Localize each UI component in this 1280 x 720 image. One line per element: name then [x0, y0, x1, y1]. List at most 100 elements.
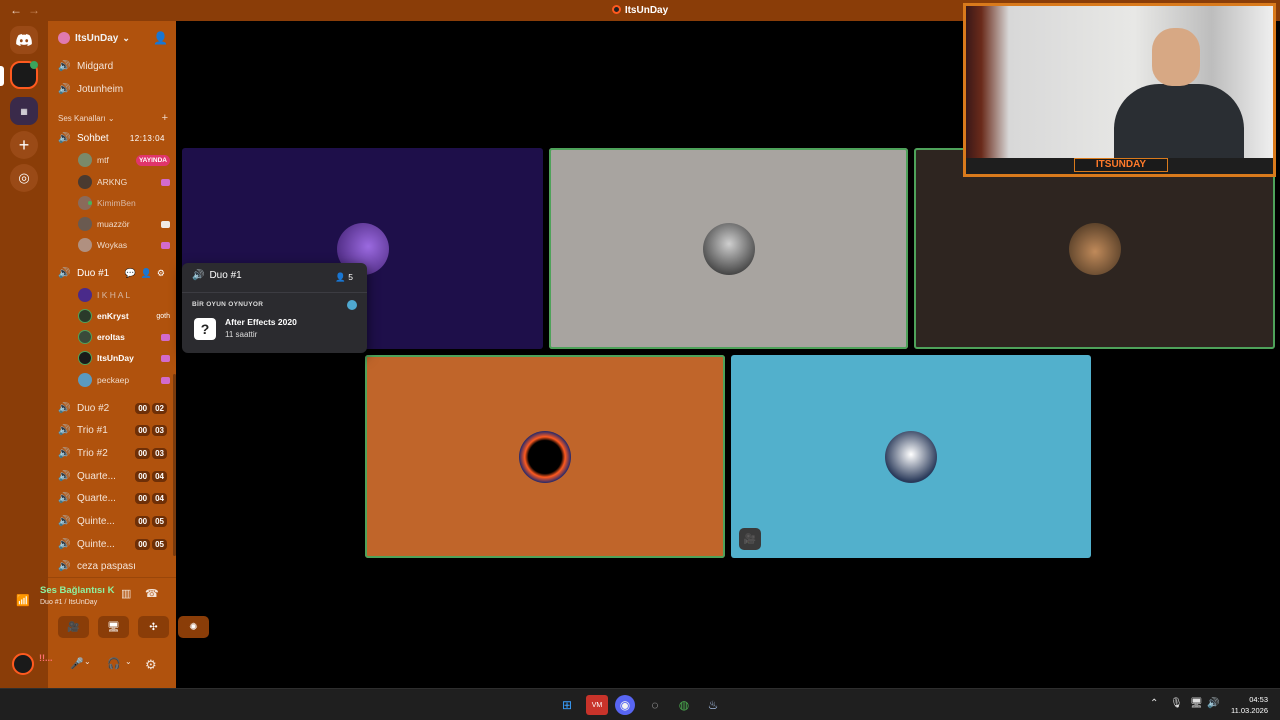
speaker-icon: 🔊: [58, 470, 71, 482]
popup-count-value: 5: [348, 272, 353, 282]
user-name: Woykas: [97, 240, 128, 250]
discord-home-icon[interactable]: [10, 26, 38, 54]
voice-user[interactable]: muazzör: [78, 215, 170, 233]
chevron-down-icon[interactable]: ⌄: [125, 657, 132, 666]
noise-suppression-icon[interactable]: ▥: [121, 587, 131, 600]
speaker-icon: 🔊: [58, 560, 71, 572]
avatar: [78, 153, 92, 167]
avatar: [1068, 222, 1121, 275]
live-badge: YAYINDA: [135, 154, 170, 166]
game-name: After Effects 2020: [225, 317, 297, 327]
channel-duo-2[interactable]: 🔊 Duo #2 00 02: [48, 398, 176, 418]
chat-icon[interactable]: 💬: [124, 268, 135, 279]
user-name[interactable]: !!...: [39, 653, 53, 663]
voice-user[interactable]: I K H A L: [78, 286, 170, 304]
user-limit: 05: [152, 538, 167, 550]
channel-duo-1[interactable]: 🔊 Duo #1 💬 👤 ⚙: [48, 263, 176, 283]
invite-icon[interactable]: 👤: [141, 268, 152, 279]
channel-quartet-1[interactable]: 🔊 Quarte... 00 04: [48, 466, 176, 486]
volume-icon[interactable]: 🔊: [1207, 698, 1219, 709]
server-header[interactable]: ItsUnDay ⌄ 👤: [48, 21, 176, 55]
avatar: [519, 430, 571, 483]
participant-tile[interactable]: 🎥: [731, 355, 1091, 558]
signal-icon[interactable]: 📶: [16, 594, 30, 607]
voice-status-title[interactable]: Ses Bağlantısı K: [40, 585, 114, 596]
category-label: Ses Kanalları: [58, 114, 106, 123]
channel-ceza-paspasi[interactable]: 🔊 ceza paspası: [48, 556, 176, 576]
headphones-icon[interactable]: 🎧: [107, 657, 121, 670]
settings-icon[interactable]: ⚙: [157, 268, 165, 279]
voice-user[interactable]: ItsUnDay: [78, 349, 170, 367]
sidebar-scrollbar[interactable]: [173, 374, 176, 556]
explore-icon[interactable]: ◎: [10, 164, 38, 192]
speaker-icon: 🔊: [58, 83, 71, 95]
user-count: 00: [135, 470, 151, 482]
start-icon[interactable]: ⊞: [556, 695, 578, 715]
user-count: 00: [135, 402, 151, 414]
tray-overflow-icon[interactable]: ⌃: [1150, 698, 1158, 709]
channel-label: Trio #2: [77, 447, 108, 459]
settings-icon[interactable]: ⚙: [145, 657, 157, 673]
steam-icon[interactable]: ♨: [702, 695, 724, 715]
activities-button[interactable]: ✣: [138, 616, 169, 638]
webcam-overlay: ITSUNDAY: [963, 3, 1276, 177]
voice-user[interactable]: ARKNG: [78, 173, 170, 191]
channel-timer: 12:13:04: [129, 133, 165, 143]
speaker-icon: 🔊: [58, 424, 71, 436]
participant-tile[interactable]: [549, 148, 908, 349]
voice-actions: 🎥 🖥 ✣ ✺: [58, 616, 209, 638]
participant-tile[interactable]: [914, 148, 1275, 349]
voice-user[interactable]: eroltas: [78, 328, 170, 346]
avatar: [78, 351, 92, 365]
voice-user[interactable]: enKryst goth: [78, 307, 170, 325]
speaker-icon: 🔊: [58, 267, 71, 279]
add-channel-icon[interactable]: +: [162, 112, 168, 124]
voice-user[interactable]: peckaep: [78, 371, 170, 389]
channel-quintet-2[interactable]: 🔊 Quinte... 00 05: [48, 534, 176, 554]
system-clock[interactable]: 04:53 11.03.2026: [1231, 694, 1268, 716]
channel-label: Quinte...: [77, 515, 115, 527]
server-folder-icon[interactable]: ▦: [10, 97, 38, 125]
soundboard-button[interactable]: ✺: [178, 616, 209, 638]
user-avatar[interactable]: [12, 653, 34, 675]
chrome-icon[interactable]: ◍: [673, 695, 695, 715]
obs-icon[interactable]: ◌: [644, 695, 666, 715]
camera-button[interactable]: 🎥: [58, 616, 89, 638]
disconnect-icon[interactable]: ☎: [145, 587, 159, 600]
channel-label: Jotunheim: [77, 83, 124, 95]
voice-user[interactable]: mtf YAYINDA: [78, 151, 170, 169]
channel-quartet-2[interactable]: 🔊 Quarte... 00 04: [48, 488, 176, 508]
voicemeeter-icon[interactable]: VM: [586, 695, 608, 715]
participant-tile[interactable]: [365, 355, 725, 558]
channel-label: Sohbet: [77, 132, 109, 144]
unknown-game-icon: ?: [194, 318, 216, 340]
activity-icon: [161, 333, 170, 341]
channel-midgard[interactable]: 🔊 Midgard: [48, 56, 176, 76]
category-voice-channels[interactable]: Ses Kanalları ⌄ +: [58, 112, 168, 124]
speaker-icon: 🔊: [58, 447, 71, 459]
activity-icon: [161, 178, 170, 186]
voice-channel-path[interactable]: Duo #1 / ItsUnDay: [40, 599, 97, 606]
chevron-down-icon[interactable]: ⌄: [84, 657, 91, 666]
user-count: 00: [135, 447, 151, 459]
activity-avatar: [347, 300, 357, 310]
invite-icon[interactable]: 👤: [153, 31, 168, 45]
server-icon: [58, 32, 70, 44]
channel-jotunheim[interactable]: 🔊 Jotunheim: [48, 79, 176, 99]
microphone-icon[interactable]: 🎤: [70, 657, 84, 670]
channel-trio-1[interactable]: 🔊 Trio #1 00 03: [48, 420, 176, 440]
voice-user[interactable]: Woykas: [78, 236, 170, 254]
channel-quintet-1[interactable]: 🔊 Quinte... 00 05: [48, 511, 176, 531]
channel-label: Trio #1: [77, 424, 108, 436]
add-server-icon[interactable]: +: [10, 131, 38, 159]
speaker-icon: 🔊: [58, 402, 71, 414]
voice-user[interactable]: KimimBen: [78, 194, 170, 212]
discord-icon[interactable]: ◉: [615, 695, 635, 715]
mic-tray-icon[interactable]: 🎙: [1170, 698, 1183, 709]
channel-label: Duo #2: [77, 402, 110, 414]
channel-sohbet[interactable]: 🔊 Sohbet 12:13:04: [48, 128, 176, 148]
channel-trio-2[interactable]: 🔊 Trio #2 00 03: [48, 443, 176, 463]
screen-share-button[interactable]: 🖥: [98, 616, 129, 638]
itsunday-server-icon[interactable]: [10, 61, 38, 89]
network-icon[interactable]: 🖥: [1190, 698, 1203, 709]
